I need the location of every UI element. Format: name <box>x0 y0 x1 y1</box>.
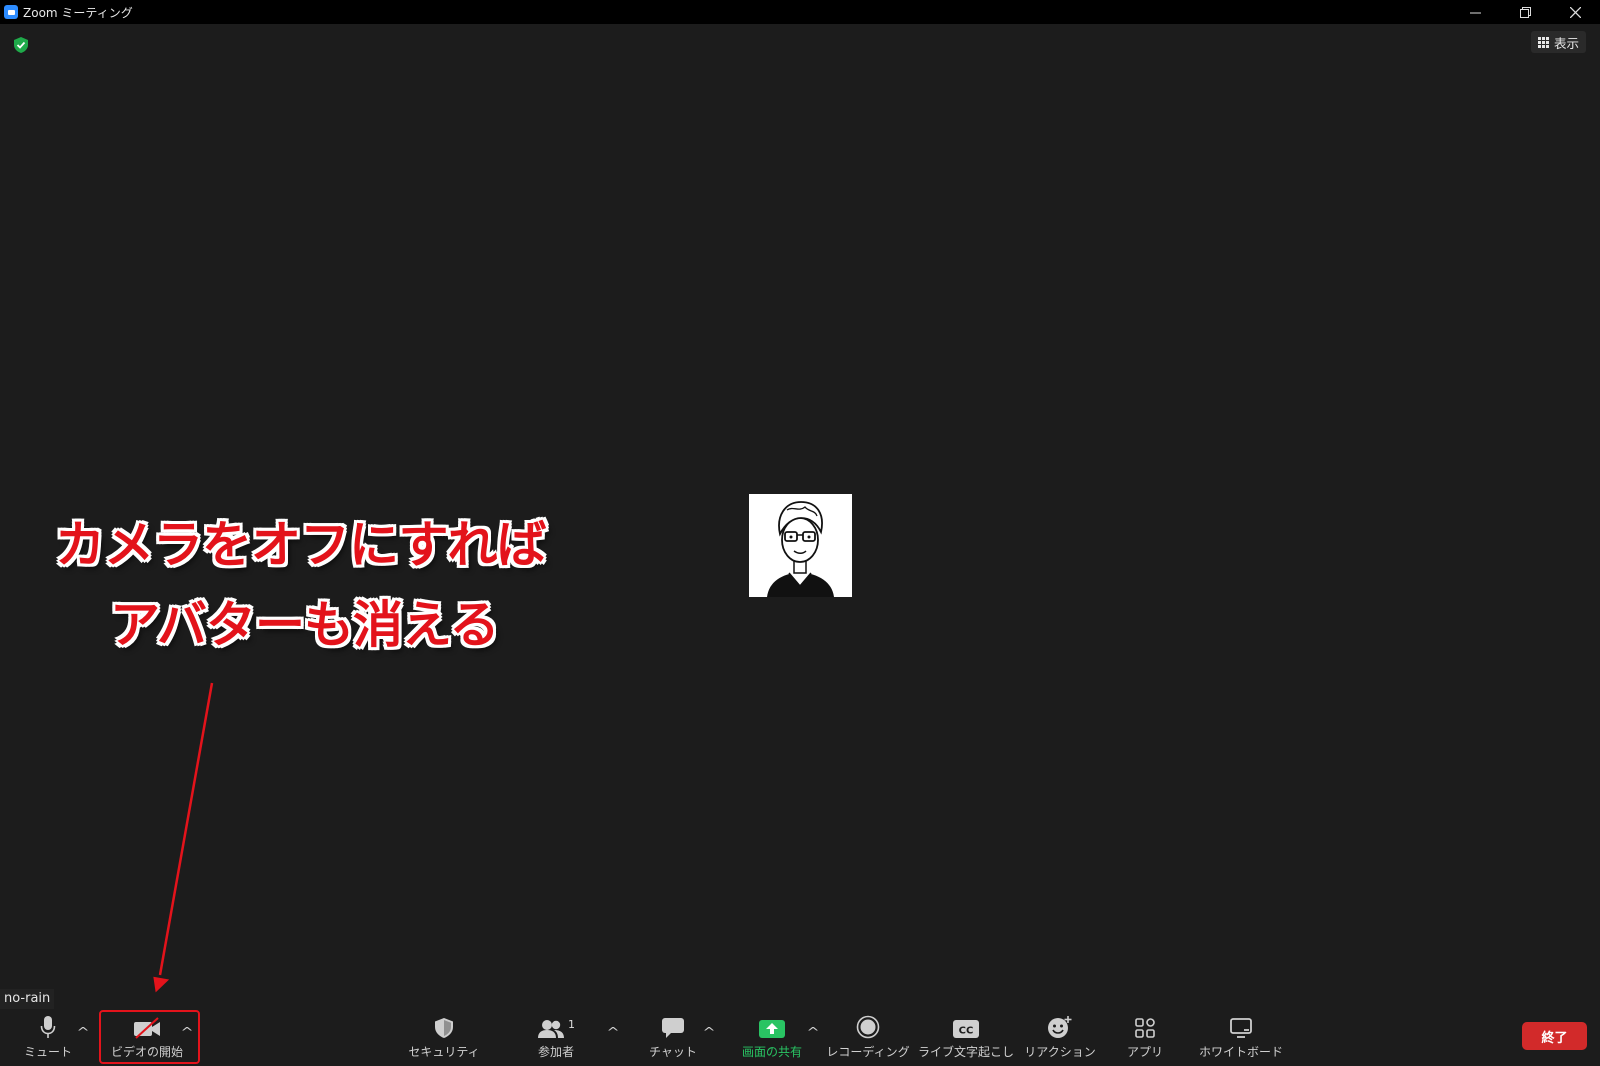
live-transcript-button[interactable]: CC ライブ文字起こし <box>918 1009 1014 1066</box>
whiteboard-button[interactable]: ホワイトボード <box>1196 1009 1286 1066</box>
share-screen-button[interactable]: 画面の共有 <box>736 1009 808 1066</box>
restore-button[interactable] <box>1500 0 1550 24</box>
shield-check-icon <box>14 37 28 53</box>
title-bar: Zoom ミーティング <box>0 0 1600 24</box>
grid-icon <box>1537 36 1549 48</box>
participant-name-tag: no-rain <box>0 989 55 1009</box>
security-shield-icon <box>434 1009 454 1039</box>
annotation-line-2: アバターも消える <box>110 596 499 654</box>
whiteboard-icon <box>1229 1009 1253 1039</box>
audio-options-caret[interactable]: ^ <box>76 1025 89 1039</box>
view-label: 表示 <box>1553 35 1579 51</box>
mute-label: ミュート <box>24 1045 73 1059</box>
share-screen-label: 画面の共有 <box>741 1045 802 1059</box>
closed-caption-icon: CC <box>952 1009 980 1039</box>
chat-button[interactable]: チャット <box>648 1009 698 1066</box>
restore-icon <box>1519 6 1531 18</box>
close-button[interactable] <box>1550 0 1600 24</box>
microphone-icon <box>40 1009 56 1039</box>
meeting-toolbar: ミュート ^ ビデオの開始 ^ セキュリティ 1 参加者 ^ チャット ^ 画面… <box>0 1009 1600 1066</box>
reactions-label: リアクション <box>1024 1045 1096 1059</box>
participant-avatar <box>749 494 852 597</box>
window-controls <box>1450 0 1600 24</box>
mute-button[interactable]: ミュート <box>24 1009 72 1066</box>
chat-bubble-icon <box>661 1009 685 1039</box>
live-transcript-label: ライブ文字起こし <box>918 1045 1015 1059</box>
participants-label: 参加者 <box>537 1045 574 1059</box>
security-button[interactable]: セキュリティ <box>404 1009 484 1066</box>
apps-icon <box>1134 1009 1156 1039</box>
apps-label: アプリ <box>1126 1045 1163 1059</box>
encryption-shield-button[interactable] <box>12 36 30 54</box>
apps-button[interactable]: アプリ <box>1124 1009 1166 1066</box>
end-meeting-button[interactable]: 終了 <box>1522 1022 1587 1050</box>
zoom-app-icon <box>4 5 18 19</box>
video-highlight-box <box>99 1010 200 1064</box>
record-icon <box>856 1009 880 1039</box>
smiley-plus-icon <box>1047 1009 1073 1039</box>
security-label: セキュリティ <box>408 1045 480 1059</box>
share-screen-icon <box>758 1009 786 1039</box>
participants-count: 1 <box>568 1018 575 1031</box>
participants-icon <box>538 1020 564 1038</box>
whiteboard-label: ホワイトボード <box>1198 1045 1283 1059</box>
participants-options-caret[interactable]: ^ <box>606 1025 619 1039</box>
annotation-line-1: カメラをオフにすれば <box>55 516 546 574</box>
svg-text:CC: CC <box>959 1026 974 1037</box>
window-title: Zoom ミーティング <box>23 5 133 20</box>
view-button[interactable]: 表示 <box>1530 31 1586 53</box>
reactions-button[interactable]: リアクション <box>1024 1009 1096 1066</box>
minimize-button[interactable] <box>1450 0 1500 24</box>
recording-button[interactable]: レコーディング <box>826 1009 910 1066</box>
close-icon <box>1569 6 1581 18</box>
chat-options-caret[interactable]: ^ <box>702 1025 715 1039</box>
chat-label: チャット <box>649 1045 697 1059</box>
avatar-illustration-icon <box>749 494 852 597</box>
participants-button[interactable]: 1 参加者 <box>525 1009 587 1066</box>
share-options-caret[interactable]: ^ <box>806 1025 819 1039</box>
minimize-icon <box>1469 12 1481 13</box>
participants-icon-wrap: 1 <box>537 1009 575 1039</box>
recording-label: レコーディング <box>826 1045 910 1059</box>
